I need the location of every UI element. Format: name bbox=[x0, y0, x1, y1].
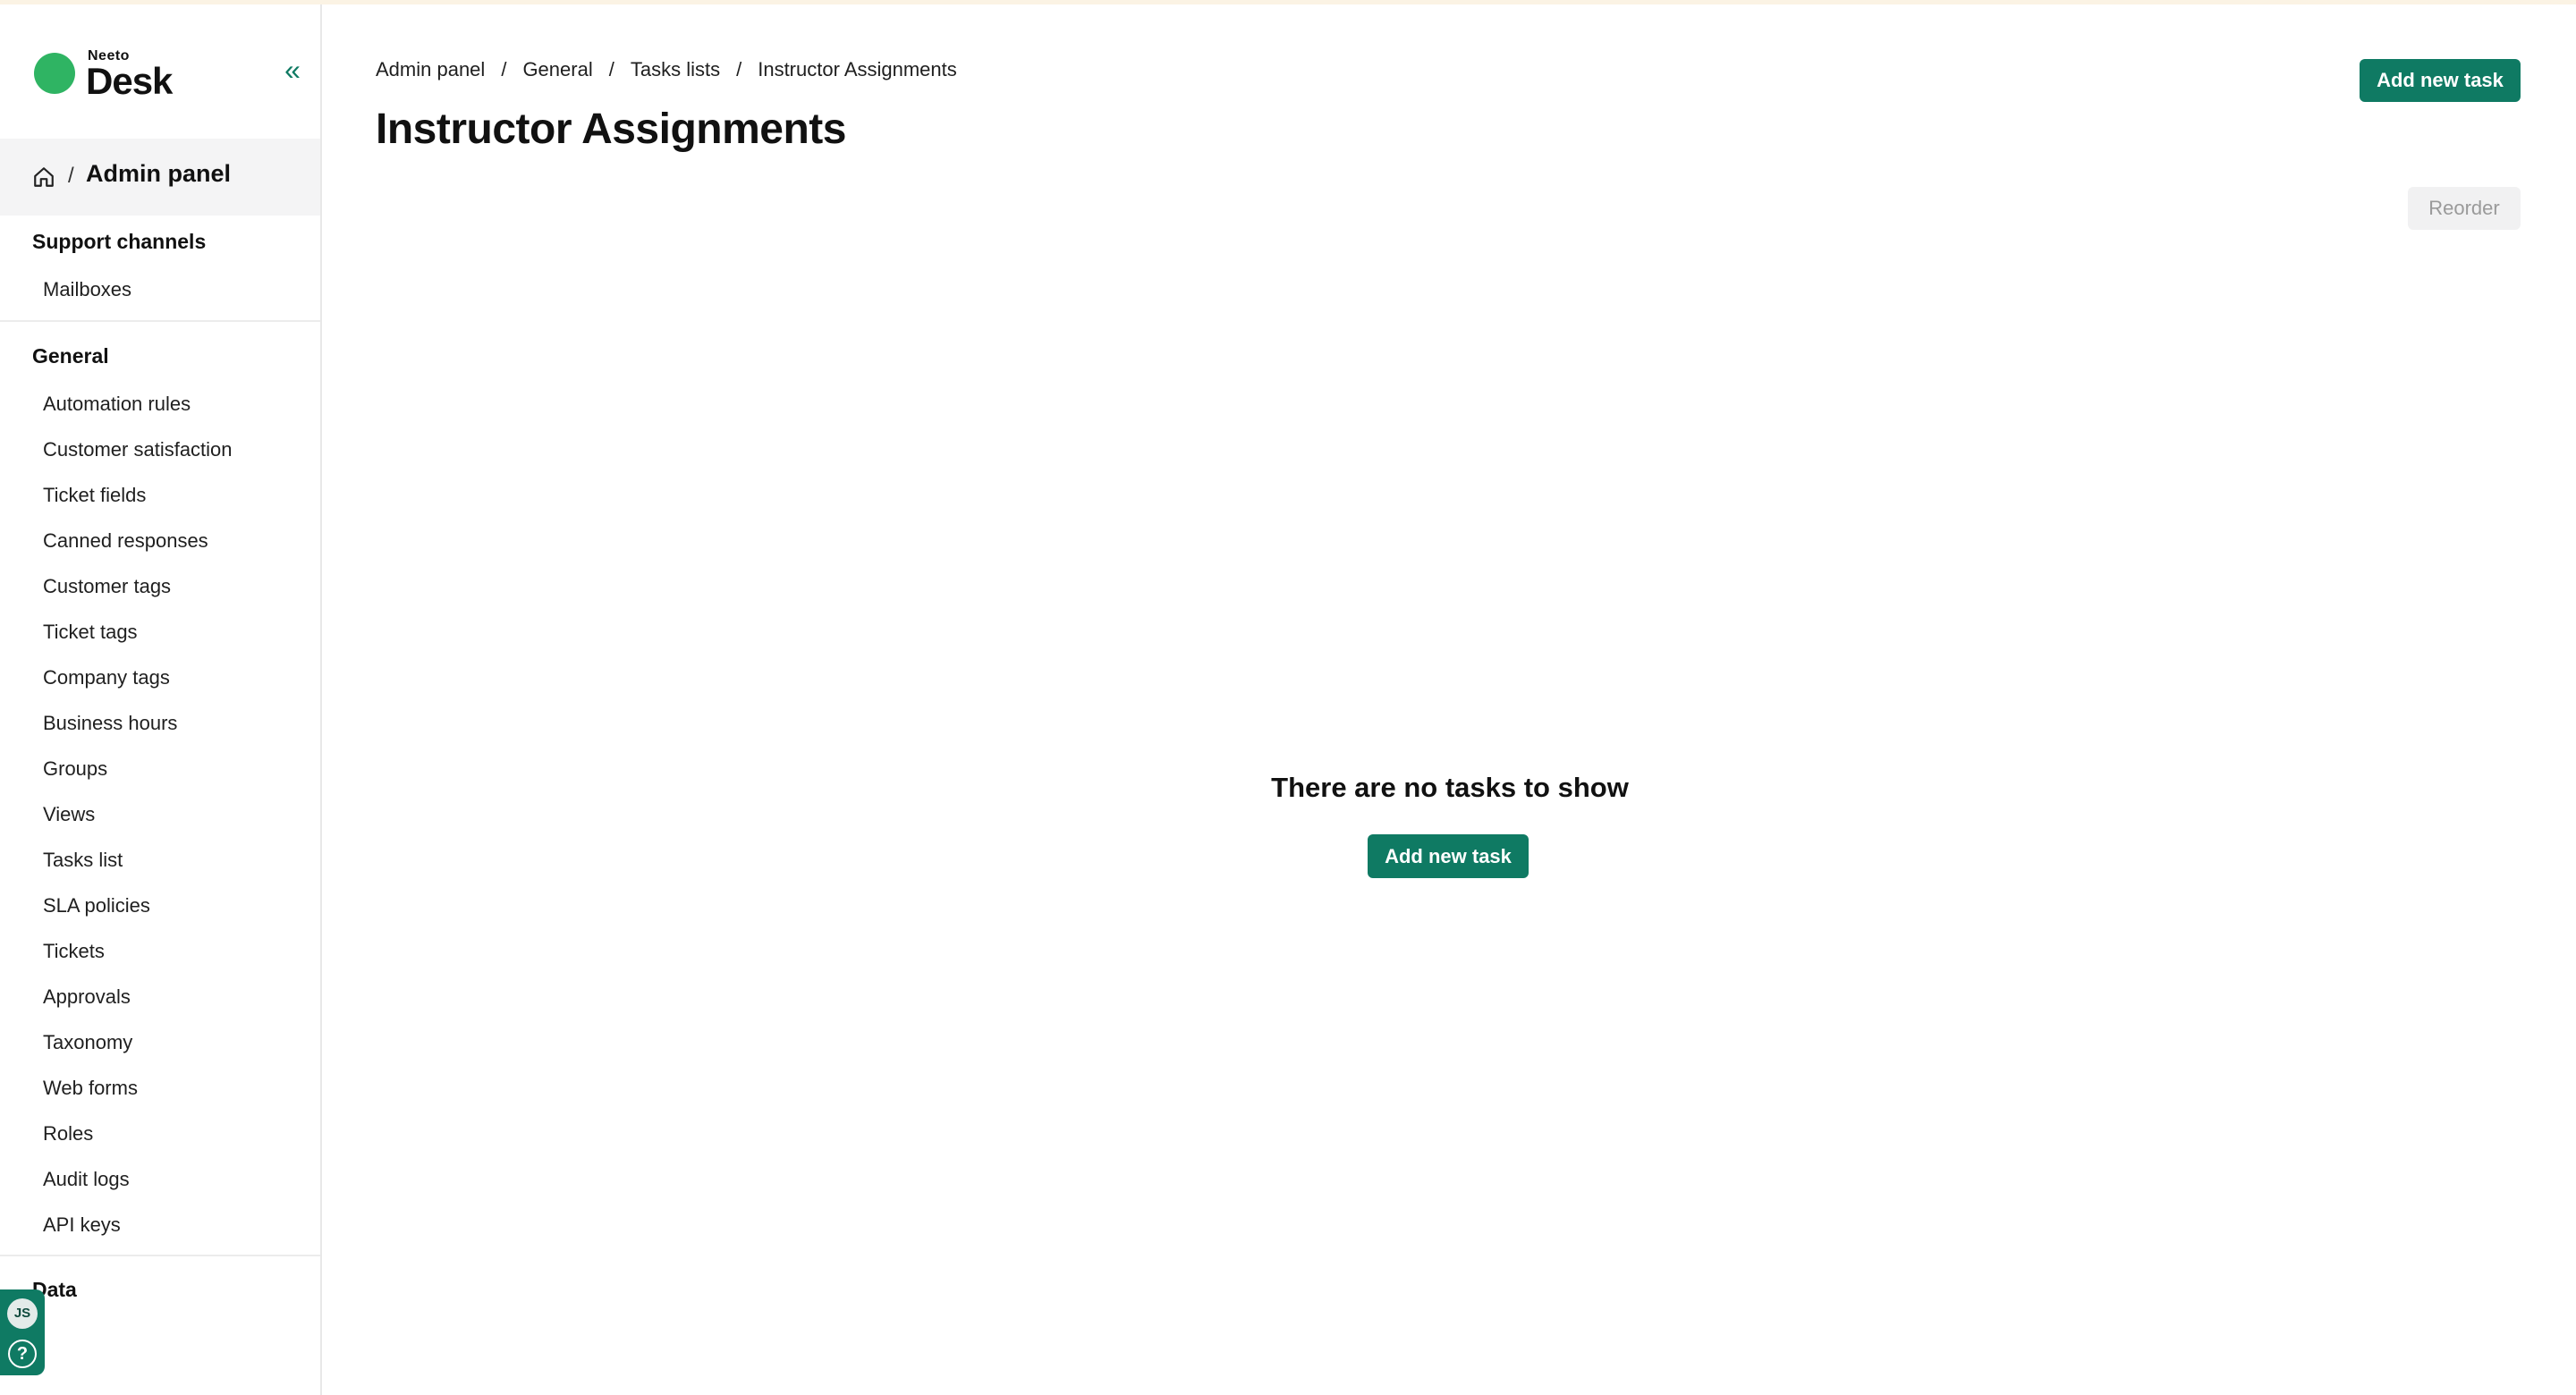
sidebar-item-roles[interactable]: Roles bbox=[43, 1122, 93, 1146]
sidebar: Neeto Desk « / Admin panel Support chann… bbox=[0, 4, 322, 1395]
admin-panel-title: Admin panel bbox=[86, 160, 232, 187]
neeto-desk-logo[interactable]: Neeto Desk bbox=[29, 47, 195, 103]
reorder-button[interactable]: Reorder bbox=[2408, 187, 2521, 230]
section-general: General bbox=[32, 344, 109, 368]
sidebar-item-web-forms[interactable]: Web forms bbox=[43, 1077, 138, 1100]
empty-state-add-task-button[interactable]: Add new task bbox=[1368, 834, 1529, 878]
section-support-channels: Support channels bbox=[32, 230, 207, 253]
double-chevron-left-icon[interactable]: « bbox=[279, 55, 306, 85]
add-new-task-button[interactable]: Add new task bbox=[2360, 59, 2521, 102]
logo-big-text: Desk bbox=[86, 60, 173, 102]
breadcrumb-admin-panel[interactable]: Admin panel bbox=[376, 58, 485, 81]
sidebar-item-customer-satisfaction[interactable]: Customer satisfaction bbox=[43, 438, 233, 461]
sidebar-item-canned-responses[interactable]: Canned responses bbox=[43, 529, 208, 553]
logo-mark-icon bbox=[29, 53, 75, 97]
sidebar-item-ticket-tags[interactable]: Ticket tags bbox=[43, 621, 138, 644]
sidebar-divider bbox=[0, 1255, 320, 1256]
sidebar-item-automation-rules[interactable]: Automation rules bbox=[43, 393, 191, 416]
sidebar-item-tasks-list[interactable]: Tasks list bbox=[43, 849, 123, 872]
breadcrumb-general[interactable]: General bbox=[522, 58, 592, 81]
sidebar-item-audit-logs[interactable]: Audit logs bbox=[43, 1168, 130, 1191]
breadcrumb-separator: / bbox=[608, 58, 614, 80]
breadcrumb-tasks-lists[interactable]: Tasks lists bbox=[631, 58, 720, 81]
help-icon[interactable]: ? bbox=[8, 1340, 37, 1368]
sidebar-item-company-tags[interactable]: Company tags bbox=[43, 666, 170, 689]
admin-panel-header[interactable]: / Admin panel bbox=[0, 139, 320, 216]
sidebar-item-mailboxes[interactable]: Mailboxes bbox=[43, 278, 131, 301]
sidebar-item-api-keys[interactable]: API keys bbox=[43, 1213, 121, 1237]
sidebar-item-approvals[interactable]: Approvals bbox=[43, 985, 131, 1009]
home-icon[interactable] bbox=[32, 165, 55, 189]
user-widget: JS ? bbox=[0, 1289, 45, 1375]
breadcrumb-current: Instructor Assignments bbox=[758, 58, 957, 80]
main-content: Admin panel / General / Tasks lists / In… bbox=[324, 4, 2576, 1395]
sidebar-item-business-hours[interactable]: Business hours bbox=[43, 712, 177, 735]
sidebar-item-taxonomy[interactable]: Taxonomy bbox=[43, 1031, 132, 1054]
sidebar-item-customer-tags[interactable]: Customer tags bbox=[43, 575, 171, 598]
admin-separator: / bbox=[68, 164, 74, 188]
avatar[interactable]: JS bbox=[7, 1298, 38, 1329]
breadcrumb-separator: / bbox=[736, 58, 742, 80]
sidebar-item-ticket-fields[interactable]: Ticket fields bbox=[43, 484, 146, 507]
sidebar-divider bbox=[0, 320, 320, 322]
sidebar-item-groups[interactable]: Groups bbox=[43, 757, 107, 781]
empty-state-message: There are no tasks to show bbox=[1271, 772, 1629, 803]
breadcrumb: Admin panel / General / Tasks lists / In… bbox=[376, 58, 957, 81]
sidebar-item-sla-policies[interactable]: SLA policies bbox=[43, 894, 150, 917]
breadcrumb-separator: / bbox=[501, 58, 507, 80]
sidebar-item-views[interactable]: Views bbox=[43, 803, 95, 826]
sidebar-item-tickets[interactable]: Tickets bbox=[43, 940, 105, 963]
page-title: Instructor Assignments bbox=[376, 106, 846, 153]
